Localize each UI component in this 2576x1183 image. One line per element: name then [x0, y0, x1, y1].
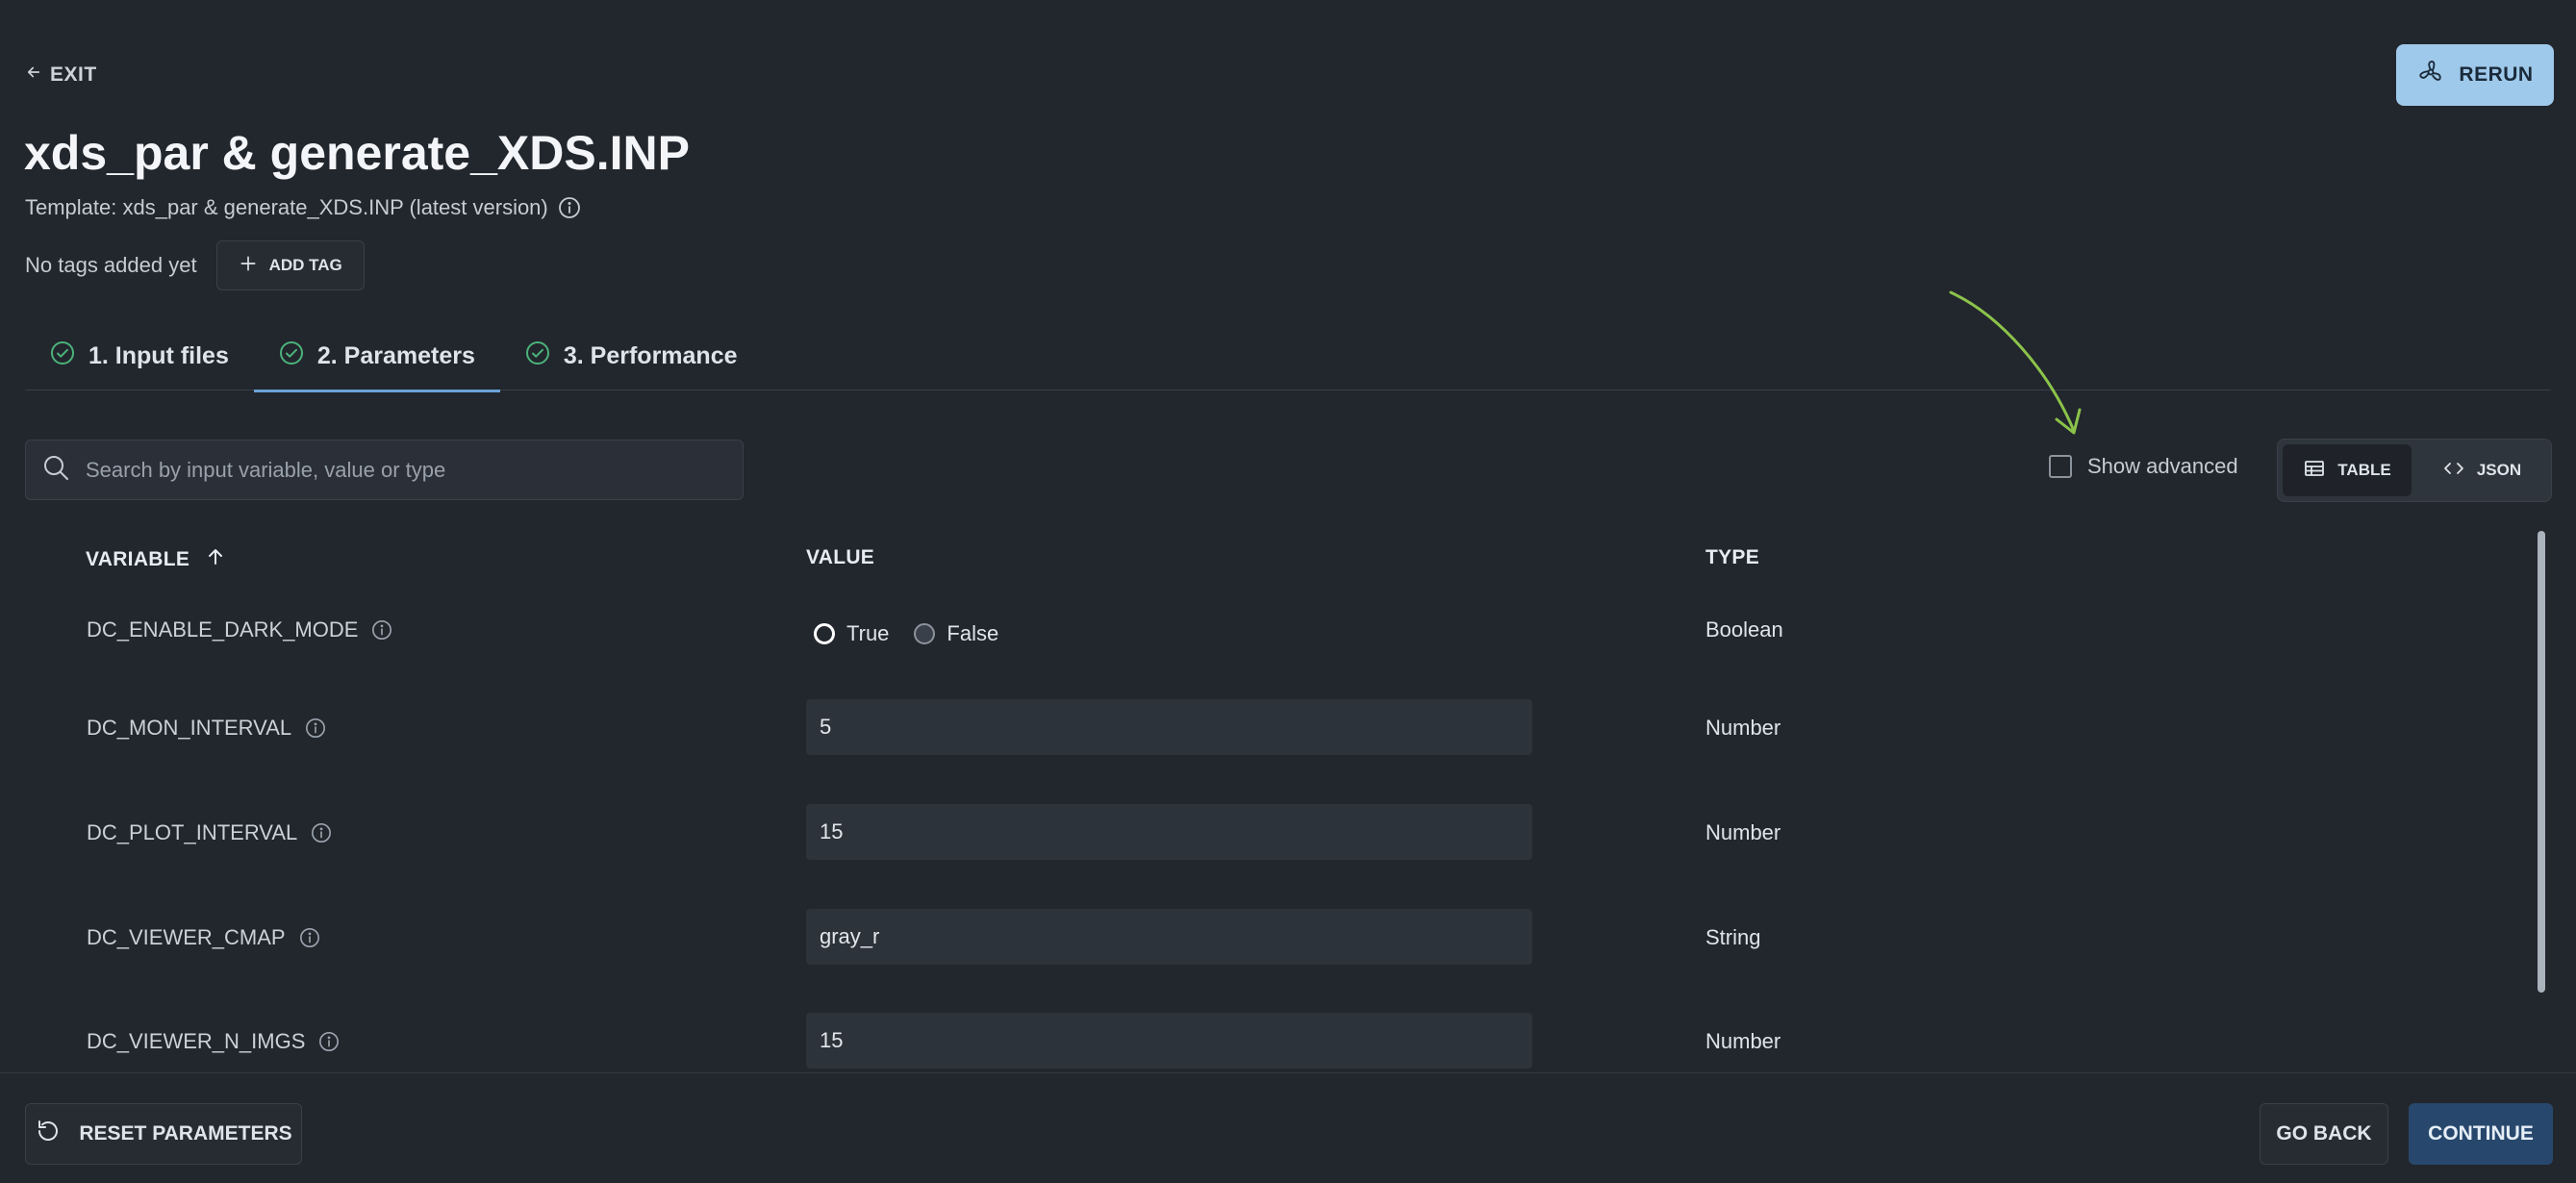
template-info: Template: xds_par & generate_XDS.INP (la… [25, 195, 581, 220]
tab-label: 3. Performance [563, 341, 738, 369]
variable-name: DC_ENABLE_DARK_MODE [87, 617, 359, 642]
table-row: DC_PLOT_INTERVAL Number [25, 797, 2536, 901]
info-icon[interactable] [299, 927, 320, 948]
footer-divider [0, 1072, 2576, 1073]
radio-button-checked[interactable] [814, 623, 835, 644]
radio-option-true[interactable]: True [814, 621, 889, 646]
search-box [25, 440, 744, 500]
variable-name: DC_VIEWER_CMAP [87, 925, 286, 949]
search-icon [41, 453, 70, 487]
plus-icon [239, 254, 258, 278]
page-title: xds_par & generate_XDS.INP [24, 126, 690, 180]
column-header-type: TYPE [1705, 546, 1759, 569]
reset-parameters-button[interactable]: RESET PARAMETERS [25, 1103, 302, 1165]
info-icon[interactable] [305, 717, 326, 739]
value-input[interactable] [806, 804, 1532, 860]
parameters-table: VARIABLE VALUE TYPE DC_ENABLE_DARK_MODE [25, 531, 2536, 1070]
exit-link[interactable]: EXIT [25, 62, 97, 88]
json-view-label: JSON [2476, 461, 2522, 479]
table-scrollbar[interactable] [2538, 531, 2545, 993]
column-label: VALUE [806, 546, 875, 568]
fan-icon [2416, 58, 2445, 92]
stepper-tabs: 1. Input files 2. Parameters 3. Performa… [25, 321, 2551, 392]
show-advanced-toggle[interactable]: Show advanced [2049, 454, 2238, 479]
reset-icon [35, 1118, 62, 1150]
column-label: TYPE [1705, 546, 1760, 568]
radio-label: False [947, 621, 999, 645]
rerun-button[interactable]: RERUN [2396, 44, 2554, 106]
view-toggle: TABLE JSON [2277, 439, 2552, 502]
show-advanced-label: Show advanced [2087, 454, 2238, 478]
variable-cell: DC_VIEWER_CMAP [87, 925, 320, 950]
table-icon [2303, 457, 2326, 485]
tags-row: No tags added yet ADD TAG [25, 240, 365, 290]
value-input[interactable] [806, 1013, 1532, 1069]
radio-option-false[interactable]: False [914, 621, 998, 646]
table-row: DC_MON_INTERVAL Number [25, 692, 2536, 796]
type-cell: Number [1705, 820, 1781, 844]
check-circle-icon [525, 340, 550, 372]
table-row: DC_ENABLE_DARK_MODE True False Boolean [25, 589, 2536, 692]
radio-label: True [846, 621, 890, 645]
type-cell: Boolean [1705, 617, 1783, 642]
variable-name: DC_PLOT_INTERVAL [87, 820, 298, 844]
annotation-arrow-icon [1949, 290, 2082, 435]
go-back-button[interactable]: GO BACK [2260, 1103, 2388, 1165]
value-input[interactable] [806, 699, 1532, 755]
check-circle-icon [50, 340, 75, 372]
info-icon[interactable] [558, 196, 581, 219]
table-header: VARIABLE VALUE TYPE [25, 531, 2536, 589]
info-icon[interactable] [311, 822, 332, 843]
variable-name: DC_MON_INTERVAL [87, 716, 292, 740]
boolean-radio-group: True False [814, 621, 998, 646]
exit-label: EXIT [50, 63, 97, 86]
type-cell: Number [1705, 1029, 1781, 1053]
info-icon[interactable] [318, 1031, 340, 1052]
rerun-label: RERUN [2459, 63, 2534, 86]
variable-cell: DC_VIEWER_N_IMGS [87, 1029, 340, 1054]
tab-label: 2. Parameters [316, 341, 475, 369]
column-header-value: VALUE [806, 546, 874, 569]
table-row: DC_VIEWER_N_IMGS Number [25, 1006, 2536, 1070]
arrow-left-icon [25, 63, 42, 87]
radio-button-unchecked[interactable] [914, 623, 936, 644]
code-icon [2442, 457, 2465, 485]
reset-label: RESET PARAMETERS [79, 1122, 292, 1145]
variable-name: DC_VIEWER_N_IMGS [87, 1029, 306, 1053]
check-circle-icon [279, 340, 304, 372]
table-row: DC_VIEWER_CMAP String [25, 902, 2536, 1006]
table-view-label: TABLE [2337, 461, 2391, 479]
variable-cell: DC_ENABLE_DARK_MODE [87, 617, 392, 642]
no-tags-text: No tags added yet [25, 253, 197, 277]
table-view-button[interactable]: TABLE [2283, 444, 2412, 496]
column-label: VARIABLE [86, 548, 190, 570]
type-cell: String [1705, 925, 1761, 949]
tab-label: 1. Input files [88, 341, 229, 369]
tab-input-files[interactable]: 1. Input files [25, 321, 254, 390]
variable-cell: DC_PLOT_INTERVAL [87, 820, 332, 845]
tab-parameters[interactable]: 2. Parameters [253, 321, 500, 392]
add-tag-label: ADD TAG [268, 256, 342, 274]
show-advanced-checkbox[interactable] [2049, 455, 2072, 478]
continue-button[interactable]: CONTINUE [2409, 1103, 2553, 1165]
tab-performance[interactable]: 3. Performance [500, 321, 763, 390]
template-text: Template: xds_par & generate_XDS.INP (la… [25, 195, 548, 219]
search-input[interactable] [86, 457, 727, 483]
type-cell: Number [1705, 716, 1781, 740]
json-view-button[interactable]: JSON [2417, 444, 2546, 496]
info-icon[interactable] [371, 619, 392, 641]
value-input[interactable] [806, 909, 1532, 965]
variable-cell: DC_MON_INTERVAL [87, 716, 326, 741]
add-tag-button[interactable]: ADD TAG [215, 240, 365, 290]
column-header-variable[interactable]: VARIABLE [86, 546, 226, 573]
arrow-up-icon [205, 546, 226, 573]
